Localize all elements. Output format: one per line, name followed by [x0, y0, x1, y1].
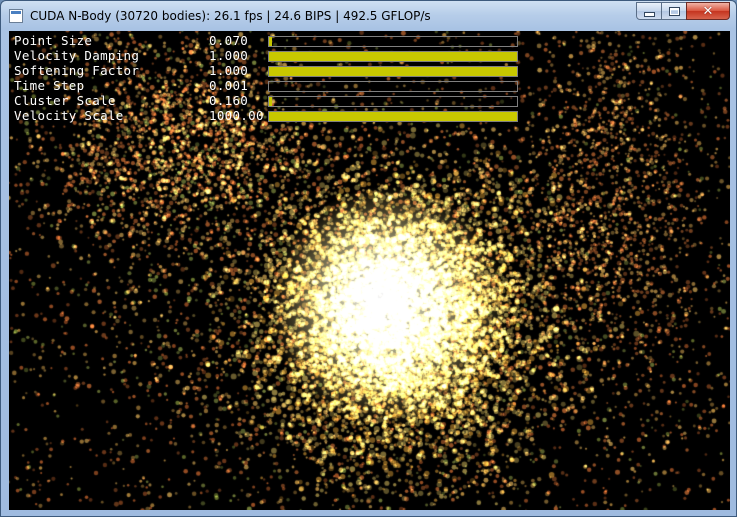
param-label: Point Size: [14, 33, 93, 48]
param-label: Softening Factor: [14, 63, 140, 78]
maximize-icon: [668, 6, 680, 16]
window-title: CUDA N-Body (30720 bodies): 26.1 fps | 2…: [30, 9, 431, 23]
param-value: 0.070: [209, 33, 249, 48]
minimize-button[interactable]: [636, 2, 662, 20]
point-size-slider[interactable]: [268, 36, 518, 47]
time-step-slider[interactable]: [268, 81, 518, 92]
close-button[interactable]: ✕: [686, 2, 730, 20]
softening-factor-slider[interactable]: [268, 66, 518, 77]
close-icon: ✕: [702, 3, 714, 19]
param-value: 1.000: [209, 48, 249, 63]
maximize-button[interactable]: [661, 2, 687, 20]
param-label: Time Step: [14, 78, 85, 93]
param-value: 0.160: [209, 93, 249, 108]
slider-fill: [269, 37, 272, 46]
param-label: Velocity Scale: [14, 108, 124, 123]
simulation-viewport[interactable]: Point Size 0.070 Velocity Damping 1.000 …: [9, 31, 730, 510]
cluster-scale-slider[interactable]: [268, 96, 518, 107]
param-value: 1000.00: [209, 108, 264, 123]
app-window: CUDA N-Body (30720 bodies): 26.1 fps | 2…: [0, 0, 737, 517]
velocity-scale-slider[interactable]: [268, 111, 518, 122]
minimize-icon: [643, 12, 655, 17]
param-label: Velocity Damping: [14, 48, 140, 63]
app-icon[interactable]: [9, 9, 23, 23]
param-value: 1.000: [209, 63, 249, 78]
slider-fill: [269, 52, 517, 61]
slider-fill: [269, 67, 517, 76]
caption-buttons: ✕: [636, 2, 730, 20]
velocity-damping-slider[interactable]: [268, 51, 518, 62]
slider-fill: [269, 112, 517, 121]
title-bar[interactable]: CUDA N-Body (30720 bodies): 26.1 fps | 2…: [1, 1, 736, 31]
param-label: Cluster Scale: [14, 93, 116, 108]
slider-fill: [269, 97, 272, 106]
param-value: 0.001: [209, 78, 249, 93]
